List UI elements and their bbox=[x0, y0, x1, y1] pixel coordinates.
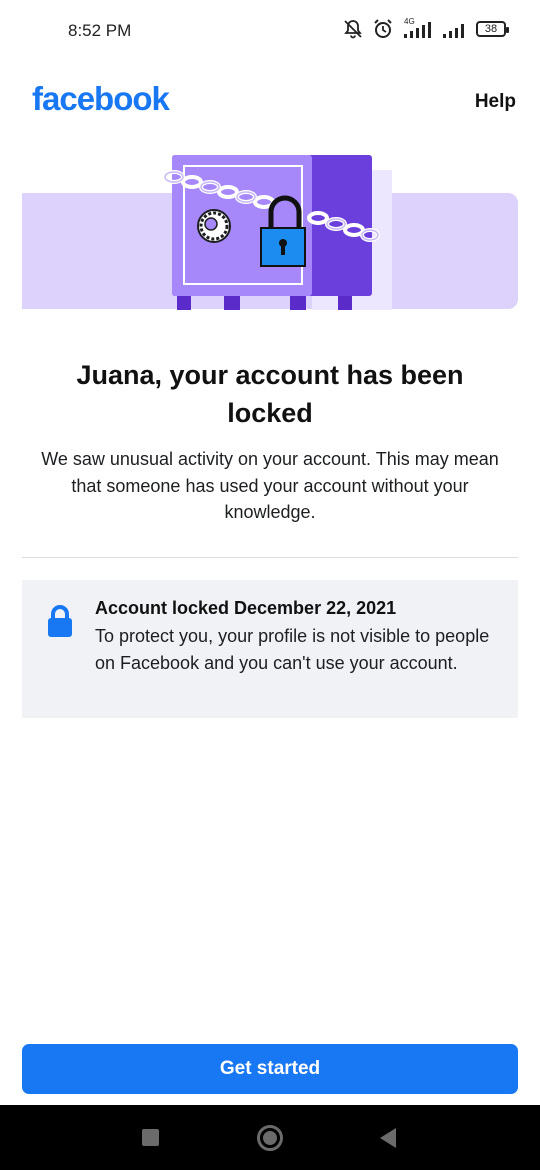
lock-icon bbox=[48, 605, 72, 637]
alarm-clock-icon bbox=[374, 19, 392, 38]
battery-icon: 38 bbox=[476, 21, 509, 37]
page-subtitle: We saw unusual activity on your account.… bbox=[41, 449, 499, 522]
locked-safe-illustration bbox=[22, 150, 518, 312]
info-card-body: To protect you, your profile is not visi… bbox=[95, 626, 490, 673]
get-started-button[interactable]: Get started bbox=[22, 1044, 518, 1094]
header: facebook Help bbox=[0, 62, 540, 142]
divider bbox=[22, 557, 518, 558]
battery-level: 38 bbox=[484, 23, 498, 35]
recent-apps-icon[interactable] bbox=[142, 1129, 159, 1146]
home-icon[interactable] bbox=[257, 1125, 283, 1151]
status-time: 8:52 PM bbox=[68, 21, 132, 40]
back-icon[interactable] bbox=[380, 1128, 396, 1148]
system-nav-bar bbox=[0, 1105, 540, 1170]
status-icons: 4G 38 bbox=[342, 17, 509, 40]
facebook-logo[interactable]: facebook bbox=[32, 80, 170, 118]
signal-icon bbox=[443, 24, 464, 38]
signal-4g-icon: 4G bbox=[402, 17, 434, 39]
help-link[interactable]: Help bbox=[475, 91, 516, 113]
muted-bell-icon bbox=[344, 20, 362, 39]
account-locked-card: Account locked December 22, 2021 To prot… bbox=[22, 580, 518, 718]
info-card-title: Account locked December 22, 2021 bbox=[95, 598, 397, 618]
page-title: Juana, your account has been locked bbox=[76, 360, 464, 428]
status-bar: 8:52 PM 4G 38 bbox=[0, 0, 540, 62]
